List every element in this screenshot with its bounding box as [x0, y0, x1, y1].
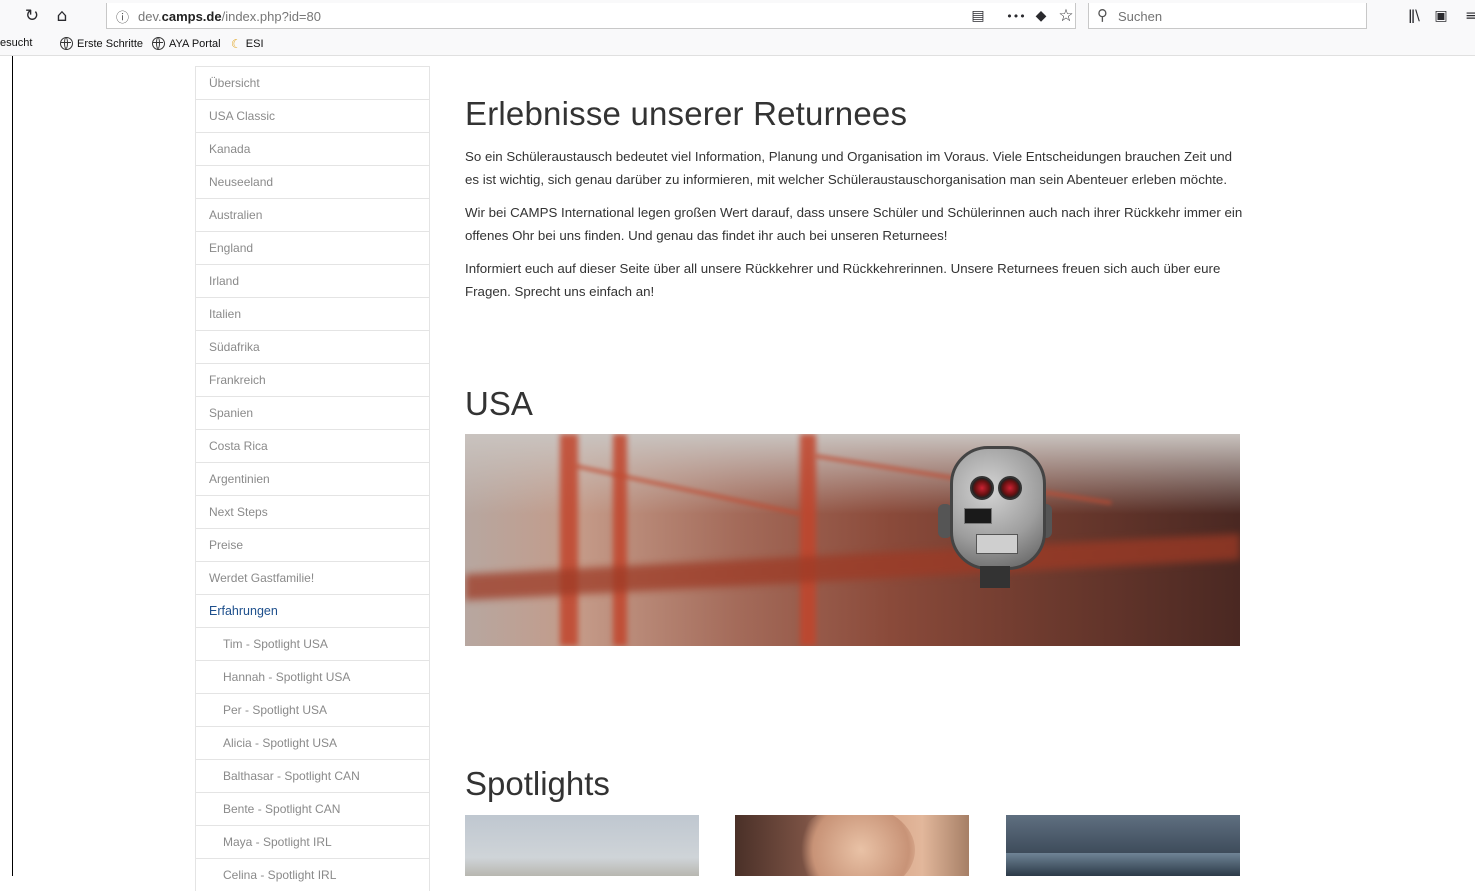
sidebar-toggle-icon[interactable]: ▣: [1429, 4, 1453, 28]
bookmark-label: AYA Portal: [169, 37, 221, 50]
intro-text: So ein Schüleraustausch bedeutet viel In…: [465, 145, 1245, 313]
bookmark-aya-portal[interactable]: AYA Portal: [152, 37, 221, 50]
viewer-post: [980, 566, 1010, 588]
sidebar-item-italien[interactable]: Italien: [196, 297, 429, 330]
site-info-icon[interactable]: ⓘ: [116, 7, 129, 26]
sidebar-item-usa-classic[interactable]: USA Classic: [196, 99, 429, 132]
viewer-eyepiece: [998, 476, 1022, 500]
sidebar-item-erfahrungen[interactable]: Erfahrungen: [196, 594, 429, 627]
hero-sky: [465, 434, 1240, 514]
reader-view-icon[interactable]: ▤: [966, 4, 990, 28]
sidebar-subitem-celina[interactable]: Celina - Spotlight IRL: [196, 858, 429, 891]
spotlight-card-image[interactable]: [735, 815, 969, 876]
sidebar-item-frankreich[interactable]: Frankreich: [196, 363, 429, 396]
sidebar-item-uebersicht[interactable]: Übersicht: [196, 66, 429, 99]
url-text[interactable]: dev.camps.de/index.php?id=80: [138, 9, 321, 24]
globe-icon: [60, 37, 73, 50]
section-heading-usa: USA: [465, 385, 533, 422]
sidebar-subitem-tim[interactable]: Tim - Spotlight USA: [196, 627, 429, 660]
browser-toolbar: ↻ ⌂ ⓘ dev.camps.de/index.php?id=80 ▤ •••…: [0, 0, 1475, 33]
binocular-viewer-picture: [938, 446, 1052, 588]
search-input[interactable]: Suchen: [1118, 9, 1162, 24]
library-icon[interactable]: ǁ\: [1402, 4, 1426, 28]
viewer-coin-slot: [964, 508, 992, 524]
intro-paragraph: Wir bei CAMPS International legen großen…: [465, 205, 1243, 243]
sidebar-item-costa-rica[interactable]: Costa Rica: [196, 429, 429, 462]
bookmark-label: esucht: [0, 37, 33, 49]
sidebar-item-gastfamilie[interactable]: Werdet Gastfamilie!: [196, 561, 429, 594]
sidebar-item-australien[interactable]: Australien: [196, 198, 429, 231]
intro-paragraph: Informiert euch auf dieser Seite über al…: [465, 261, 1221, 299]
window-edge: [12, 56, 13, 876]
usa-hero-image[interactable]: [465, 434, 1240, 646]
bookmark-meistbesucht[interactable]: esucht: [0, 37, 32, 49]
home-icon[interactable]: ⌂: [50, 4, 74, 28]
search-icon: ⚲: [1097, 6, 1108, 24]
reload-icon[interactable]: ↻: [20, 4, 44, 28]
bookmark-label: ESI: [245, 38, 264, 50]
sidebar-subitem-alicia[interactable]: Alicia - Spotlight USA: [196, 726, 429, 759]
sidebar-item-spanien[interactable]: Spanien: [196, 396, 429, 429]
bookmark-esi[interactable]: ☾ ESI: [231, 37, 264, 51]
spotlight-card-image[interactable]: [1006, 815, 1240, 876]
menu-icon[interactable]: ≡: [1459, 4, 1475, 28]
viewer-eyepiece: [970, 476, 994, 500]
bookmark-label: Erste Schritte: [77, 37, 144, 50]
globe-icon: [152, 37, 165, 50]
sidebar-subitem-balthasar[interactable]: Balthasar - Spotlight CAN: [196, 759, 429, 792]
sidebar-subitem-hannah[interactable]: Hannah - Spotlight USA: [196, 660, 429, 693]
portrait-shape: [795, 815, 915, 876]
spotlight-card-image[interactable]: [465, 815, 699, 876]
hero-bridge-tower: [800, 434, 816, 646]
sidebar-item-kanada[interactable]: Kanada: [196, 132, 429, 165]
sidebar-subitem-bente[interactable]: Bente - Spotlight CAN: [196, 792, 429, 825]
intro-paragraph: So ein Schüleraustausch bedeutet viel In…: [465, 149, 1233, 187]
bookmarks-bar: esucht Erste Schritte AYA Portal ☾ ESI: [0, 33, 1475, 56]
sidebar-item-argentinien[interactable]: Argentinien: [196, 462, 429, 495]
hero-bridge-tower: [613, 434, 627, 646]
sidebar-subitem-maya[interactable]: Maya - Spotlight IRL: [196, 825, 429, 858]
moon-icon: ☾: [231, 37, 242, 51]
sidebar-item-neuseeland[interactable]: Neuseeland: [196, 165, 429, 198]
spotlight-cards: [465, 815, 1240, 876]
sidebar-subitem-per[interactable]: Per - Spotlight USA: [196, 693, 429, 726]
sidebar-item-next-steps[interactable]: Next Steps: [196, 495, 429, 528]
bookmark-erste-schritte[interactable]: Erste Schritte: [60, 37, 143, 50]
sea-shape: [1006, 853, 1240, 876]
sidebar-item-irland[interactable]: Irland: [196, 264, 429, 297]
hero-bridge-deck: [465, 533, 1240, 601]
sidebar-nav: Übersicht USA Classic Kanada Neuseeland …: [195, 66, 430, 891]
section-heading-spotlights: Spotlights: [465, 765, 610, 802]
sidebar-item-suedafrika[interactable]: Südafrika: [196, 330, 429, 363]
url-bar[interactable]: ⓘ dev.camps.de/index.php?id=80: [106, 3, 1076, 29]
page-actions-icon[interactable]: •••: [1002, 4, 1030, 28]
viewer-plate: [976, 534, 1018, 554]
sidebar-item-england[interactable]: England: [196, 231, 429, 264]
page-title: Erlebnisse unserer Returnees: [465, 95, 908, 132]
pocket-icon[interactable]: ◆: [1029, 4, 1053, 28]
bookmark-star-icon[interactable]: ☆: [1054, 4, 1078, 28]
sidebar-item-preise[interactable]: Preise: [196, 528, 429, 561]
search-bar[interactable]: ⚲ Suchen: [1088, 3, 1367, 29]
